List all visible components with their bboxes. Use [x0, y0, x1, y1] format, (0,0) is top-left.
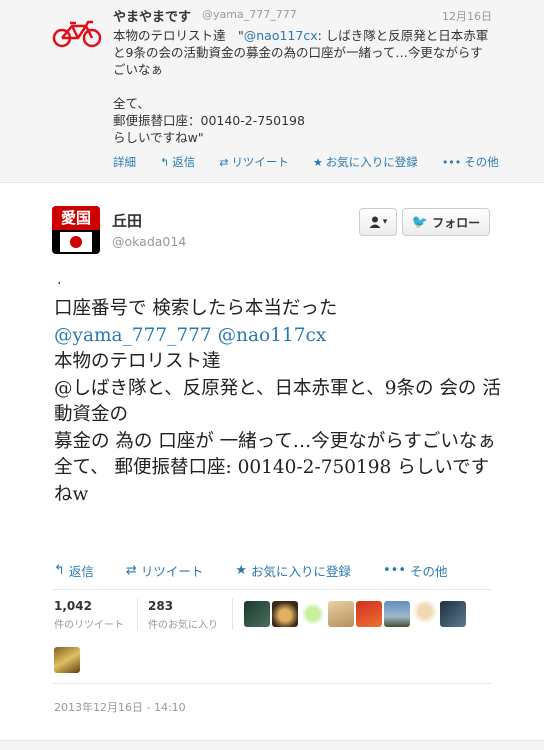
favoriter-avatar[interactable]	[300, 601, 326, 627]
favorite-button[interactable]: ★ お気に入りに登録	[235, 561, 367, 580]
retweet-label: リツイート	[140, 564, 204, 579]
reply-icon: ↰	[54, 563, 65, 578]
tweet-dot: .	[57, 272, 62, 288]
more-button[interactable]: ••• その他	[383, 561, 464, 580]
details-link[interactable]: 詳細	[113, 154, 148, 170]
divider	[52, 683, 492, 684]
parent-reply-button[interactable]: ↰ 返信	[160, 154, 207, 170]
reply-icon: ↰	[160, 155, 170, 169]
tweet-text: 口座番号で 検索したら本当だった @yama_777_777 @nao117cx…	[54, 296, 504, 508]
favorite-label: お気に入りに登録	[325, 155, 418, 169]
retweet-count-stat[interactable]: 1,042 件のリツイート	[54, 599, 124, 631]
tweet-actions: ↰ 返信 ⇄ リツイート ★ お気に入りに登録 ••• その他	[54, 561, 480, 580]
star-icon: ★	[312, 155, 323, 169]
favoriter-avatar[interactable]	[272, 601, 298, 627]
parent-text-before: 本物のテロリスト達 "	[113, 28, 244, 43]
reply-label: 返信	[68, 564, 94, 579]
parent-mention-link[interactable]: @nao117cx	[244, 28, 318, 43]
stat-separator	[232, 598, 233, 630]
user-icon	[369, 216, 381, 228]
favorite-count-stat[interactable]: 283 件のお気に入り	[148, 599, 218, 631]
stat-separator	[137, 598, 138, 630]
retweet-count-label: 件のリツイート	[54, 620, 124, 631]
more-label: その他	[410, 564, 448, 579]
mention-link-1[interactable]: @yama_777_777	[54, 325, 212, 346]
retweet-count: 1,042	[54, 599, 92, 613]
reply-label: 返信	[172, 155, 196, 169]
retweet-button[interactable]: ⇄ リツイート	[126, 561, 219, 580]
more-dots-icon: •••	[441, 155, 462, 169]
parent-tweet[interactable]: やまやまです @yama_777_777 12月16日 本物のテロリスト達 "@…	[0, 0, 544, 183]
star-icon: ★	[235, 563, 247, 578]
favorite-label: お気に入りに登録	[251, 564, 352, 579]
parent-timestamp[interactable]: 12月16日	[442, 8, 492, 24]
favoriter-avatar[interactable]	[440, 601, 466, 627]
japan-flag-icon	[60, 232, 92, 252]
more-label: その他	[464, 155, 499, 169]
author-name[interactable]: 丘田	[112, 210, 142, 231]
favoriter-avatar[interactable]	[328, 601, 354, 627]
parent-retweet-button[interactable]: ⇄ リツイート	[219, 154, 301, 170]
follow-button[interactable]: 🐦 フォロー	[402, 208, 490, 236]
footer-strip	[0, 740, 544, 750]
chevron-down-icon: ▾	[382, 217, 388, 227]
parent-tweet-text: 本物のテロリスト達 "@nao117cx: しばき隊と反原発と日本赤軍と9条の会…	[113, 27, 493, 146]
favoriter-avatar[interactable]	[384, 601, 410, 627]
user-actions-button[interactable]: ▾	[359, 208, 397, 236]
parent-more-button[interactable]: ••• その他	[442, 154, 511, 170]
favoriter-avatar[interactable]	[244, 601, 270, 627]
parent-actions: 詳細 ↰ 返信 ⇄ リツイート ★ お気に入りに登録 ••• その他	[113, 154, 523, 170]
favoriter-avatar[interactable]	[54, 647, 80, 673]
tweet-body: 本物のテロリスト達 @しばき隊と、反原発と、日本赤軍と、9条の 会の 活動資金の…	[54, 351, 501, 505]
parent-author-handle[interactable]: @yama_777_777	[202, 8, 297, 21]
favoriter-avatar[interactable]	[412, 601, 438, 627]
divider	[52, 589, 492, 590]
favorite-count: 283	[148, 599, 174, 613]
mention-link-2[interactable]: @nao117cx	[218, 325, 327, 346]
tweet-line1: 口座番号で 検索したら本当だった	[54, 298, 338, 319]
details-label: 詳細	[113, 155, 136, 169]
tweet-date[interactable]: 2013年12月16日 - 14:10	[54, 699, 186, 715]
twitter-bird-icon: 🐦	[411, 214, 429, 230]
author-handle[interactable]: @okada014	[112, 234, 186, 249]
parent-text-after: : しばき隊と反原発と日本赤軍と9条の会の活動資金の募金の為の口座が一緒って…今…	[113, 28, 489, 145]
bicycle-avatar-icon[interactable]	[52, 20, 102, 48]
favorite-count-label: 件のお気に入り	[148, 620, 218, 631]
follow-label: フォロー	[432, 215, 481, 230]
more-dots-icon: •••	[383, 563, 407, 578]
parent-favorite-button[interactable]: ★ お気に入りに登録	[313, 154, 430, 170]
favoriter-avatar[interactable]	[356, 601, 382, 627]
reply-button[interactable]: ↰ 返信	[54, 561, 110, 580]
parent-author-name[interactable]: やまやまです	[113, 6, 191, 25]
author-avatar[interactable]: 愛国	[52, 206, 100, 254]
retweet-label: リツイート	[231, 155, 289, 169]
retweet-icon: ⇄	[219, 155, 229, 169]
retweet-icon: ⇄	[125, 563, 137, 578]
avatar-text: 愛国	[52, 206, 100, 230]
